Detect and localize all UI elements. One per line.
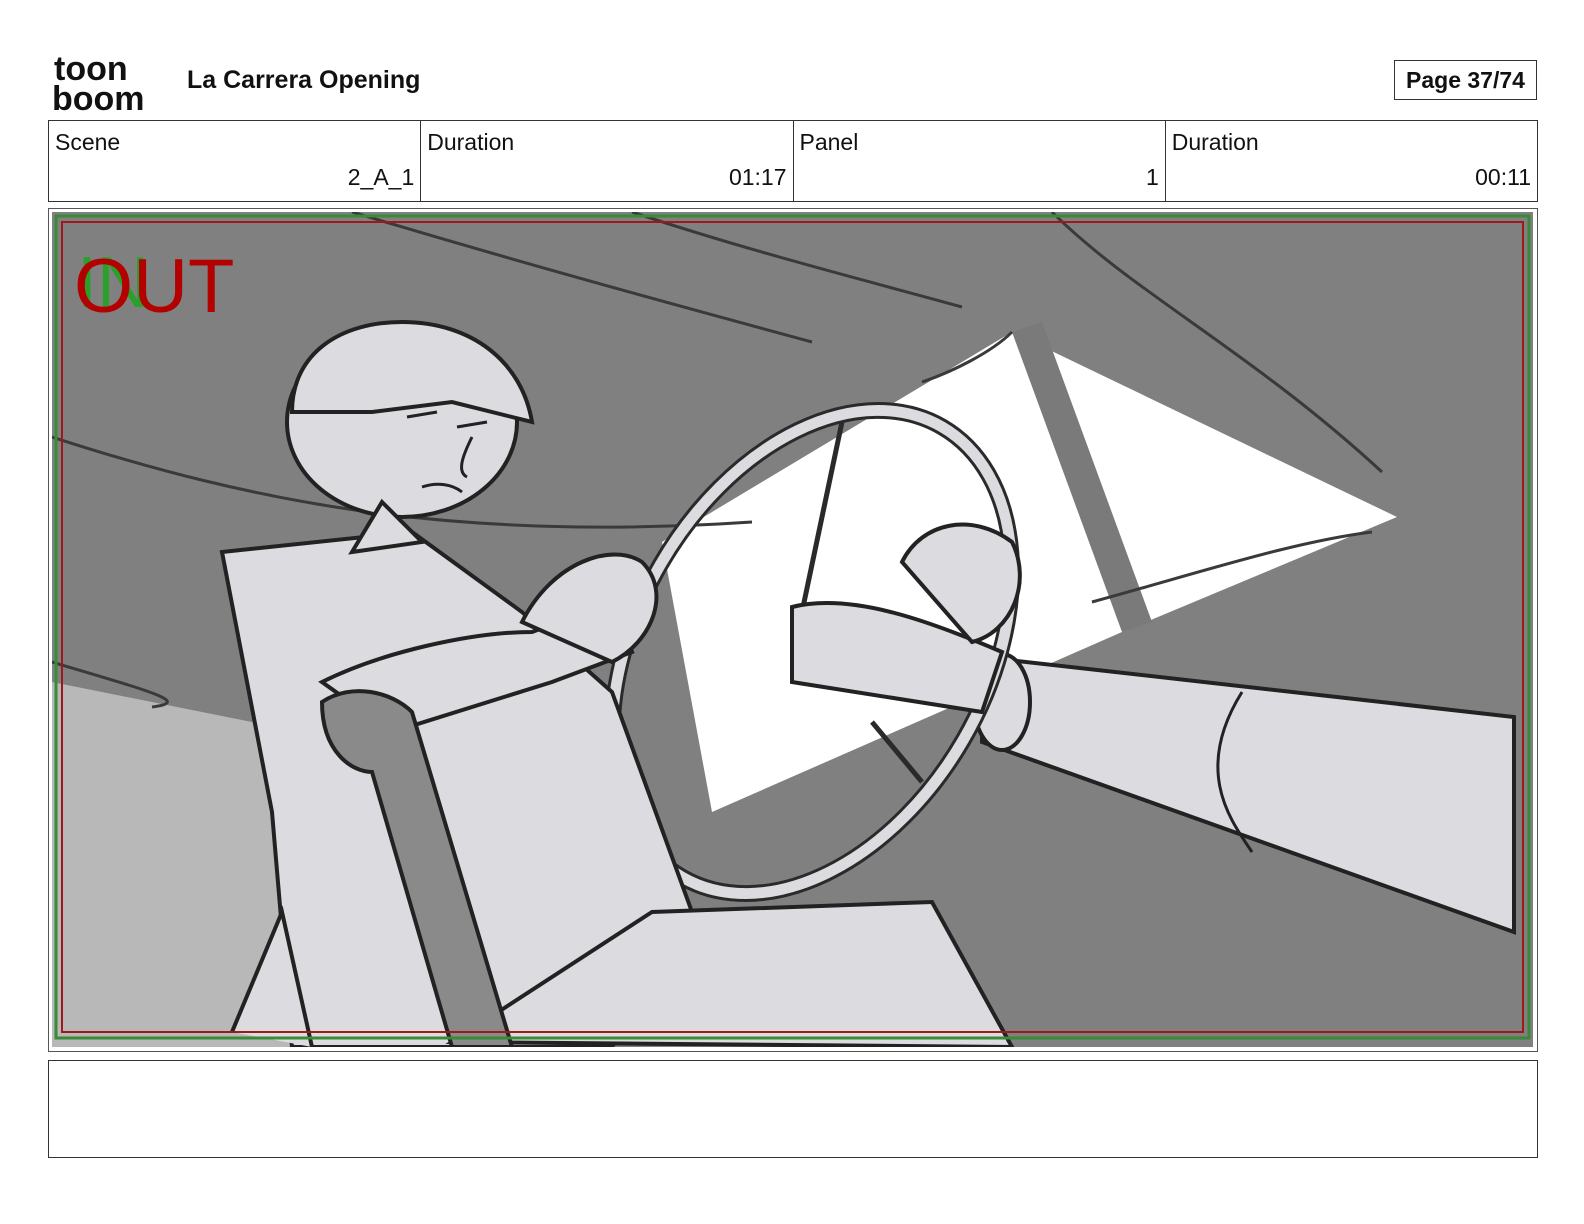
panel-drawing: IN OUT [52,212,1533,1047]
panel-duration-value: 00:11 [1475,164,1531,190]
scene-label: Scene [55,129,121,155]
scene-cell: Scene 2_A_1 [49,121,422,201]
scene-info-table: Scene 2_A_1 Duration 01:17 Panel 1 Durat… [48,120,1538,202]
panel-duration-cell: Duration 00:11 [1166,121,1537,201]
out-marker: OUT [74,244,234,329]
panel-cell: Panel 1 [794,121,1166,201]
panel-duration-label: Duration [1171,129,1259,155]
scene-duration-label: Duration [427,129,515,155]
logo-word-bottom: boom [52,80,145,112]
scene-duration-value: 01:17 [728,164,787,190]
panel-notes [48,1060,1538,1158]
panel-value: 1 [1145,164,1159,190]
storyboard-panel: IN OUT [48,208,1538,1052]
scene-value: 2_A_1 [347,164,415,190]
document-title: La Carrera Opening [187,66,421,94]
toon-boom-logo: toon boom [52,50,164,118]
scene-duration-cell: Duration 01:17 [421,121,794,201]
panel-label: Panel [799,129,859,155]
page-number: Page 37/74 [1394,60,1537,100]
